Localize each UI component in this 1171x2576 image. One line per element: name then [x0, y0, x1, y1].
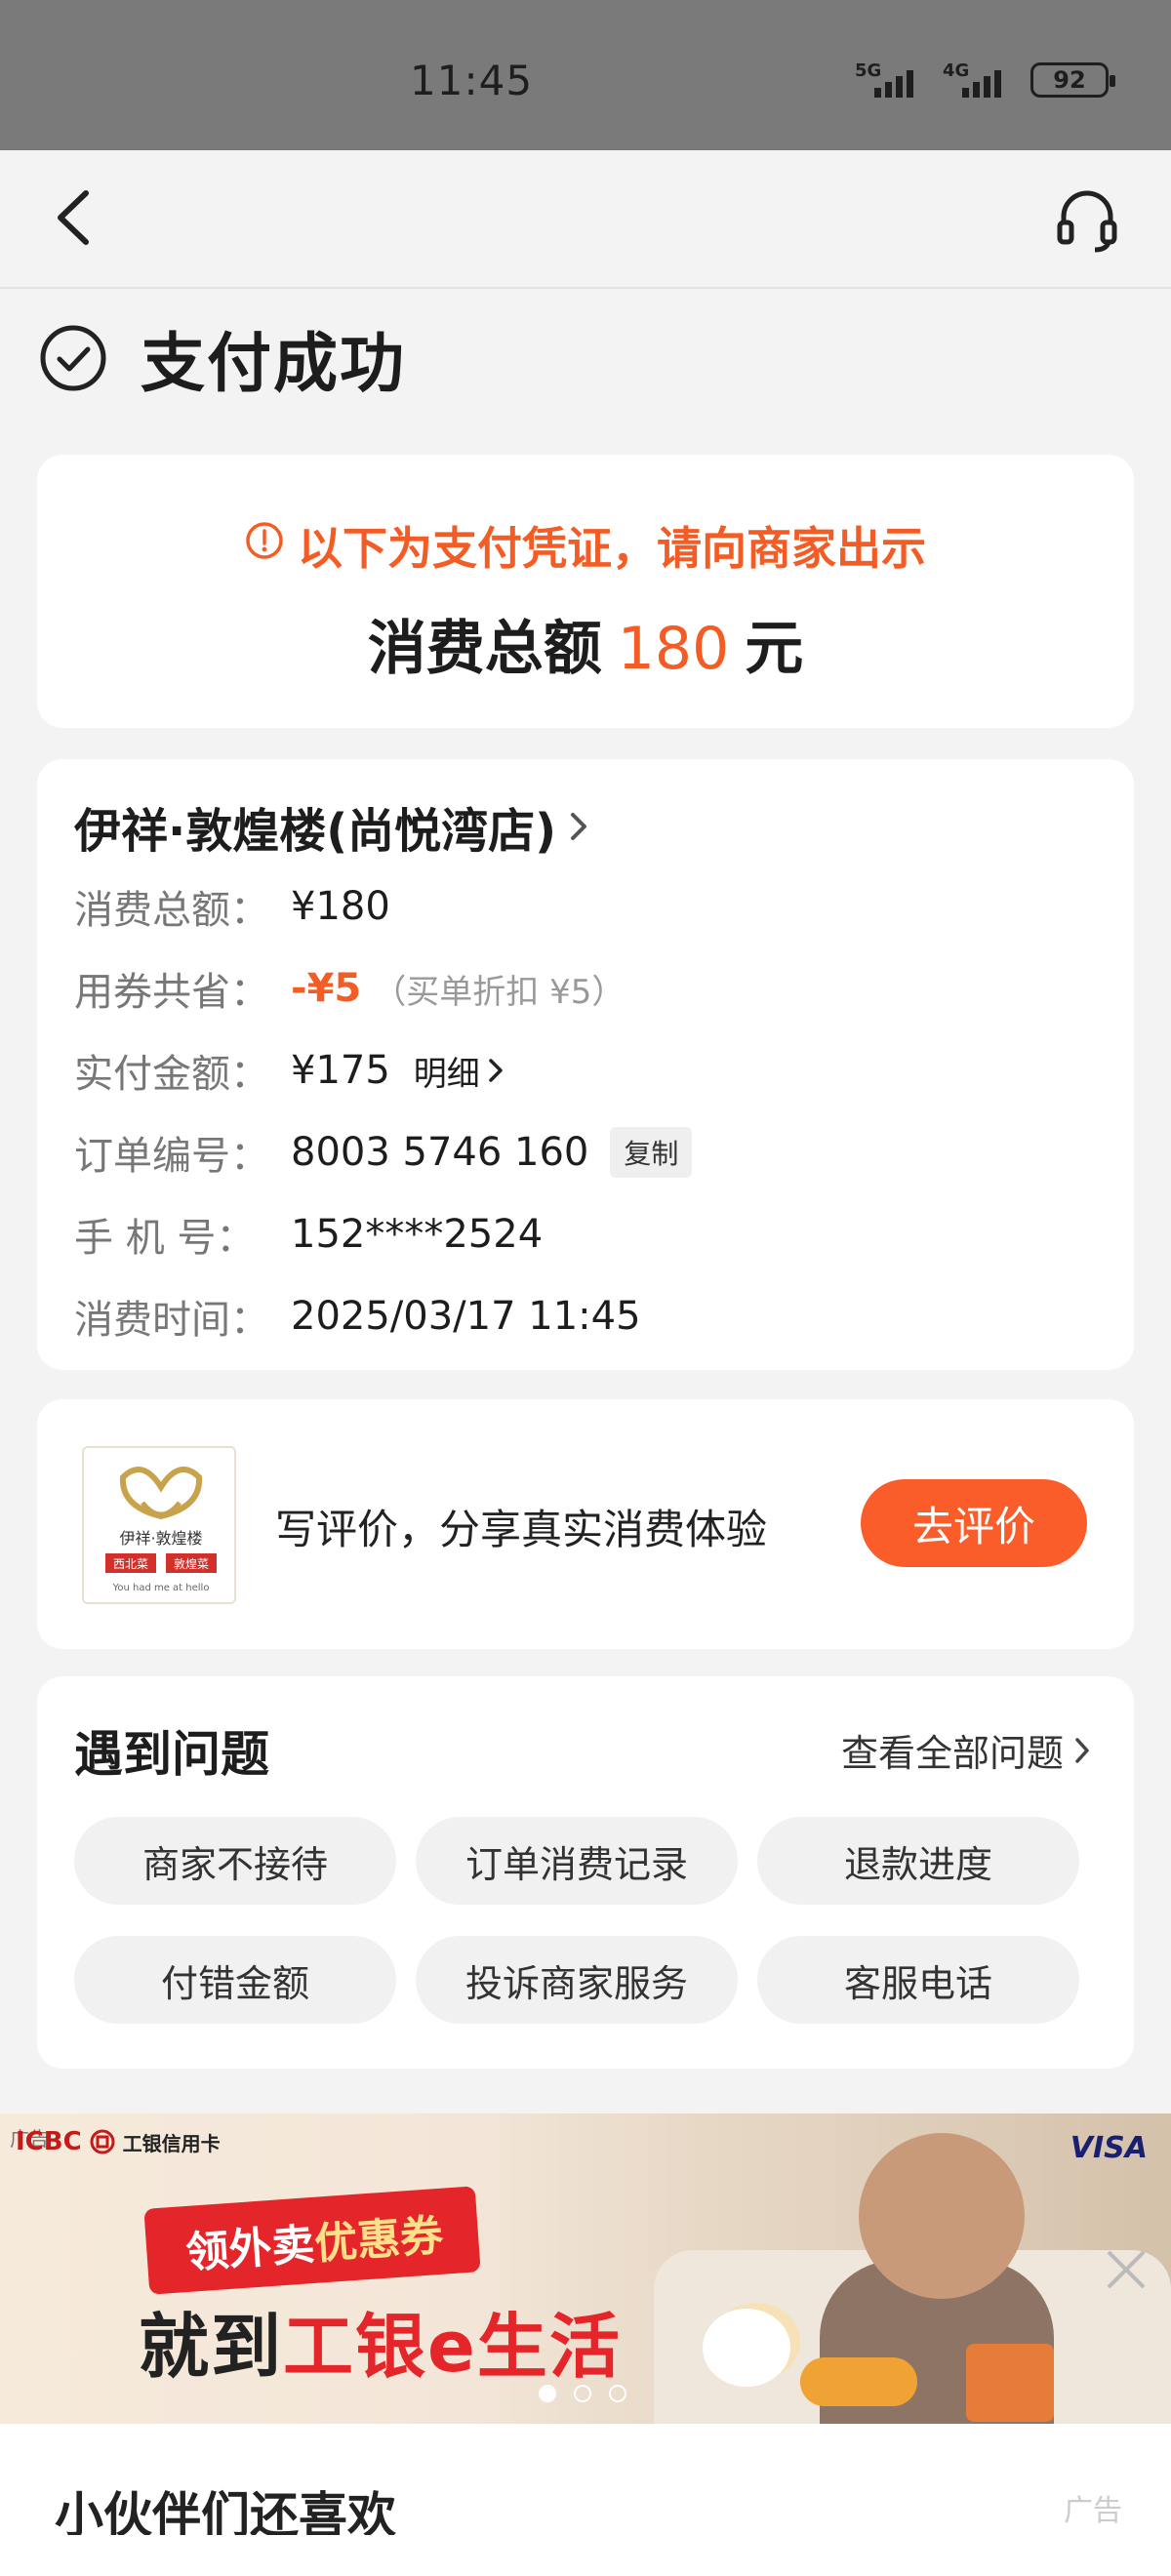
banner-headline-part2: 工银e生活 [283, 2306, 622, 2388]
recommend-ad-label: 广告 [1064, 2494, 1122, 2528]
carousel-dot[interactable] [539, 2385, 556, 2402]
icbc-icon [90, 2129, 115, 2154]
bank-name: ICBC [16, 2127, 82, 2156]
voucher-notice-text: 以下为支付凭证，请向商家出示 [298, 522, 926, 575]
recommend-section: 小伙伴们还喜欢 广告 [0, 2424, 1171, 2576]
shop-logo: 伊祥·敦煌楼 西北菜 敦煌菜 You had me at hello [82, 1446, 236, 1604]
voucher-notice: 以下为支付凭证，请向商家出示 [37, 513, 1134, 578]
chip-merchant-refused[interactable]: 商家不接待 [74, 1817, 396, 1905]
problem-chips: 商家不接待 订单消费记录 退款进度 付错金额 投诉商家服务 客服电话 [74, 1817, 1099, 2024]
row-phone-value: 152****2524 [291, 1212, 544, 1257]
status-time: 11:45 [410, 57, 534, 104]
back-button[interactable] [47, 183, 105, 252]
row-phone: 手 机 号： 152****2524 [74, 1206, 543, 1263]
banner-bag [966, 2344, 1054, 2422]
page-title: 支付成功 [141, 326, 406, 401]
row-total-label: 消费总额： [74, 888, 269, 933]
ad-banner[interactable]: 广告 ICBC 工银信用卡 VISA 领外卖优惠券 就到工银e生活 [0, 2113, 1171, 2424]
write-review-button[interactable]: 去评价 [861, 1479, 1087, 1567]
row-total: 消费总额： ¥180 [74, 878, 390, 935]
battery-level: 92 [1053, 66, 1086, 94]
shop-logo-image: 伊祥·敦煌楼 西北菜 敦煌菜 You had me at hello [84, 1448, 234, 1602]
chip-wrong-amount[interactable]: 付错金额 [74, 1936, 396, 2024]
carousel-dots [539, 2385, 626, 2402]
banner-person-head [859, 2133, 1025, 2299]
recommend-title: 小伙伴们还喜欢 [55, 2487, 396, 2535]
battery-icon: 92 [1030, 62, 1115, 98]
row-time-value: 2025/03/17 11:45 [291, 1294, 641, 1339]
chevron-right-icon [571, 813, 587, 840]
row-time-label: 消费时间： [74, 1298, 269, 1343]
chevron-right-icon [489, 1059, 503, 1082]
carousel-dot[interactable] [609, 2385, 626, 2402]
payment-status: 支付成功 [39, 314, 406, 402]
carousel-dot[interactable] [574, 2385, 591, 2402]
row-total-value: ¥180 [291, 884, 390, 929]
logo-slogan: You had me at hello [112, 1583, 210, 1593]
banner-fruit [800, 2357, 917, 2406]
chevron-right-icon [1075, 1737, 1089, 1763]
voucher-total: 消费总额 180 元 [37, 601, 1134, 686]
view-all-problems-link[interactable]: 查看全部问题 [841, 1723, 1091, 1777]
signal-5g-icon: 5G [855, 60, 925, 100]
headset-icon [1057, 190, 1117, 253]
row-time: 消费时间： 2025/03/17 11:45 [74, 1288, 641, 1345]
order-details-card: 伊祥·敦煌楼(尚悦湾店) 消费总额： ¥180 用券共省： -¥5 （买单折扣 … [37, 759, 1134, 1370]
logo-tag-1: 西北菜 [113, 1557, 148, 1571]
voucher-total-unit: 元 [745, 615, 804, 683]
copy-order-button[interactable]: 复制 [610, 1127, 693, 1178]
row-paid-label: 实付金额： [74, 1052, 269, 1097]
chip-service-phone[interactable]: 客服电话 [757, 1936, 1079, 2024]
check-circle-icon [40, 325, 106, 391]
row-saved-label: 用券共省： [74, 970, 269, 1015]
problems-card: 遇到问题 查看全部问题 商家不接待 订单消费记录 退款进度 付错金额 投诉商家服… [37, 1676, 1134, 2069]
logo-tag-2: 敦煌菜 [174, 1556, 209, 1571]
banner-headline: 就到工银e生活 [139, 2289, 622, 2392]
bank-sub: 工银信用卡 [122, 2131, 221, 2155]
nav-bar [0, 150, 1171, 289]
row-saved-value: -¥5 [291, 966, 362, 1011]
banner-tag-part1: 领外卖 [183, 2219, 317, 2278]
voucher-total-amount: 180 [617, 615, 730, 683]
chevron-left-icon [58, 190, 89, 245]
row-saved: 用券共省： -¥5 （买单折扣 ¥5） [74, 960, 625, 1017]
visa-logo: VISA [1070, 2131, 1148, 2165]
bank-logo: ICBC 工银信用卡 [16, 2127, 221, 2156]
shop-name: 伊祥·敦煌楼(尚悦湾店) [74, 804, 557, 859]
chip-complain-merchant[interactable]: 投诉商家服务 [416, 1936, 738, 2024]
voucher-total-label: 消费总额 [367, 615, 602, 683]
logo-text: 伊祥·敦煌楼 [119, 1529, 202, 1548]
row-order-no-value: 8003 5746 160 [291, 1130, 589, 1175]
row-phone-label: 手 机 号： [74, 1216, 256, 1261]
banner-headline-part1: 就到 [139, 2306, 284, 2388]
row-paid: 实付金额： ¥175 明细 [74, 1042, 504, 1099]
problems-title: 遇到问题 [74, 1726, 269, 1783]
status-icons: 5G 4G 92 [855, 60, 1115, 100]
row-paid-value: ¥175 [291, 1048, 390, 1093]
shop-link[interactable]: 伊祥·敦煌楼(尚悦湾店) [74, 792, 589, 861]
payment-detail-link[interactable]: 明细 [414, 1047, 504, 1095]
row-order-no-label: 订单编号： [74, 1134, 269, 1179]
chip-refund-progress[interactable]: 退款进度 [757, 1817, 1079, 1905]
signal-4g-icon: 4G [943, 60, 1013, 100]
row-saved-note: （买单折扣 ¥5） [373, 972, 626, 1012]
close-icon[interactable] [1099, 2242, 1153, 2297]
payment-detail-label: 明细 [413, 1054, 480, 1094]
banner-tag: 领外卖优惠券 [143, 2186, 481, 2295]
view-all-problems-label: 查看全部问题 [840, 1732, 1064, 1775]
review-prompt: 写评价，分享真实消费体验 [275, 1506, 768, 1553]
row-order-no: 订单编号： 8003 5746 160 复制 [74, 1124, 693, 1181]
status-bar: 11:45 5G 4G 92 [0, 0, 1171, 150]
alert-circle-icon [246, 522, 283, 559]
banner-flowers [703, 2309, 790, 2387]
customer-service-button[interactable] [1052, 183, 1122, 254]
review-card: 伊祥·敦煌楼 西北菜 敦煌菜 You had me at hello 写评价，分… [37, 1399, 1134, 1649]
chip-order-records[interactable]: 订单消费记录 [416, 1817, 738, 1905]
banner-tag-part2: 优惠券 [312, 2210, 445, 2270]
voucher-card: 以下为支付凭证，请向商家出示 消费总额 180 元 [37, 455, 1134, 728]
